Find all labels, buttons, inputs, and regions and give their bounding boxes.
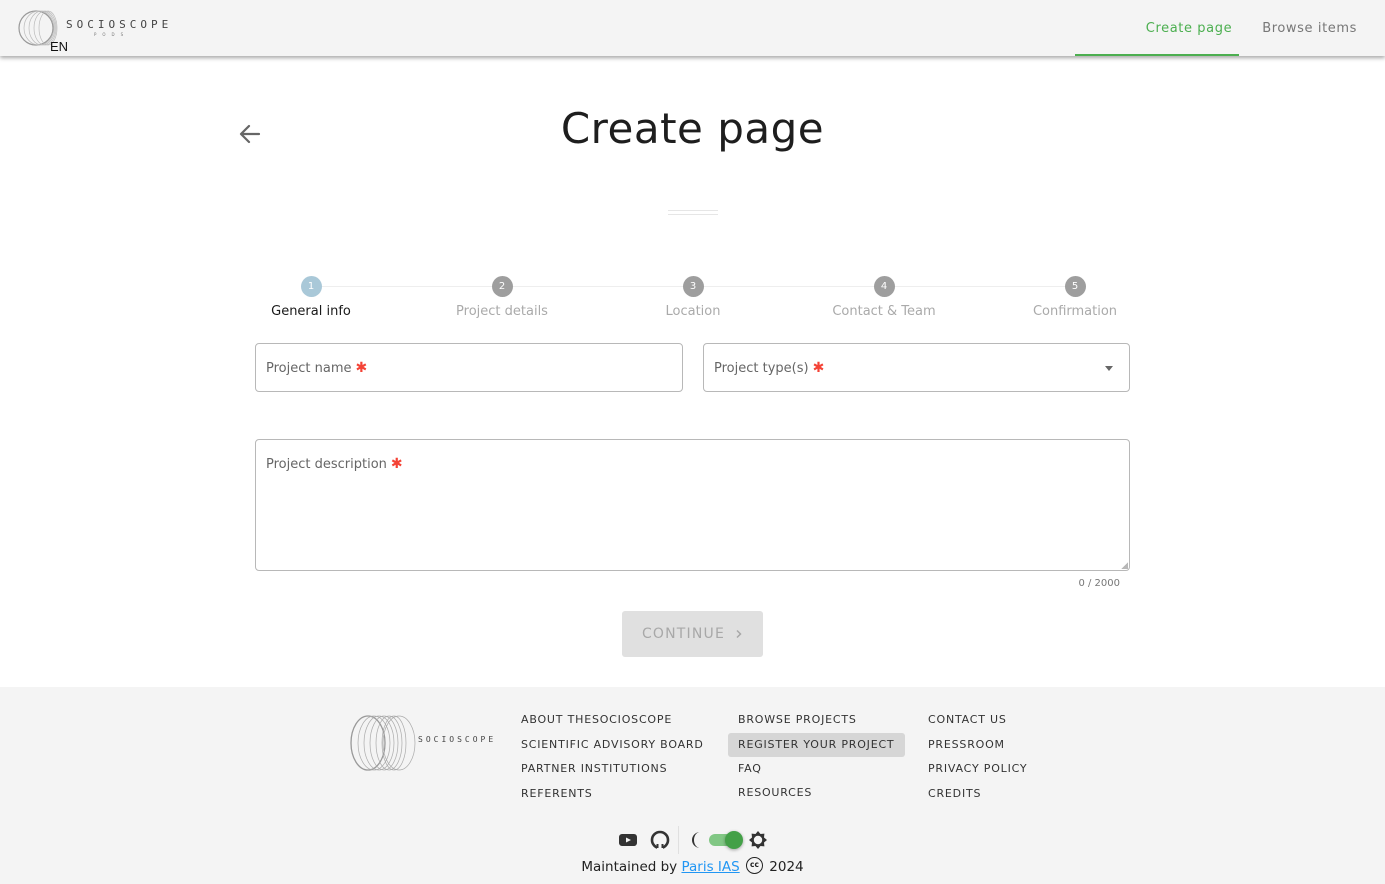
project-description-label: Project description ✱ [266, 456, 403, 472]
footer-logo[interactable]: SOCIOSCOPE [350, 713, 495, 773]
copyright-year: 2024 [769, 859, 804, 875]
footer-link-referents[interactable]: REFERENTS [511, 787, 714, 812]
project-types-label: Project type(s) ✱ [714, 360, 825, 376]
youtube-icon[interactable] [618, 832, 638, 848]
project-name-label: Project name ✱ [266, 360, 368, 376]
top-app-bar: SOCIOSCOPE PODS EN Create page Browse it… [0, 0, 1385, 56]
continue-label: CONTINUE [641, 626, 726, 642]
moon-icon[interactable] [689, 831, 703, 849]
theme-toggle[interactable] [709, 831, 743, 849]
nav-browse-items[interactable]: Browse items [1248, 0, 1385, 56]
continue-button[interactable]: CONTINUE [622, 611, 763, 657]
footer-column-projects: BROWSE PROJECTS REGISTER YOUR PROJECT FA… [728, 713, 906, 811]
step-label: Project details [456, 304, 548, 319]
required-asterisk-icon: ✱ [812, 360, 825, 376]
logo-subtext: PODS [94, 32, 130, 37]
character-counter: 0 / 2000 [1078, 578, 1120, 589]
footer-link-partner-institutions[interactable]: PARTNER INSTITUTIONS [511, 762, 714, 787]
project-name-input[interactable]: Project name ✱ [255, 343, 683, 392]
footer-logo-text: SOCIOSCOPE [418, 735, 497, 744]
footer-column-contact: CONTACT US PRESSROOM PRIVACY POLICY CRED… [928, 713, 1037, 811]
logo-text: SOCIOSCOPE [66, 18, 173, 31]
footer-link-credits[interactable]: CREDITS [918, 787, 1037, 812]
create-page-form-card: 1 General info 2 Project details 3 Locat… [235, 236, 1151, 657]
nav-browse-items-label: Browse items [1262, 20, 1357, 36]
main-nav: Create page Browse items [1132, 0, 1385, 56]
step-label: Location [665, 304, 721, 319]
step-number: 2 [491, 276, 513, 297]
footer-link-advisory-board[interactable]: SCIENTIFIC ADVISORY BOARD [511, 738, 714, 763]
footer-link-faq[interactable]: FAQ [728, 762, 905, 787]
footer-icon-divider [678, 826, 679, 854]
project-types-select[interactable]: Project type(s) ✱ [703, 343, 1130, 392]
footer-link-register-project[interactable]: REGISTER YOUR PROJECT [728, 732, 906, 757]
chevron-right-icon [736, 629, 742, 639]
step-label: Confirmation [1032, 304, 1118, 319]
footer-link-about[interactable]: ABOUT THESOCIOSCOPE [511, 713, 714, 738]
theme-toggle-knob[interactable] [725, 831, 743, 849]
step-confirmation[interactable]: 5 Confirmation [1005, 276, 1145, 319]
footer-link-pressroom[interactable]: PRESSROOM [918, 738, 1037, 763]
github-icon[interactable] [650, 830, 670, 850]
resize-handle-icon[interactable] [1121, 562, 1128, 569]
required-asterisk-icon: ✱ [355, 360, 368, 376]
step-number: 3 [682, 276, 704, 297]
step-contact-team[interactable]: 4 Contact & Team [814, 276, 954, 319]
maintained-prefix: Maintained by [581, 859, 678, 875]
title-divider [668, 210, 718, 215]
project-description-textarea[interactable]: Project description ✱ [255, 439, 1130, 571]
maintained-by: Maintained by Paris IAS cc 2024 [0, 857, 1385, 875]
required-asterisk-icon: ✱ [390, 456, 403, 472]
step-number: 5 [1064, 276, 1086, 297]
footer: SOCIOSCOPE ABOUT THESOCIOSCOPE SCIENTIFI… [0, 687, 1385, 884]
nav-create-page-label: Create page [1145, 20, 1233, 36]
footer-link-contact[interactable]: CONTACT US [918, 713, 1037, 738]
footer-link-resources[interactable]: RESOURCES [728, 786, 905, 811]
step-general-info[interactable]: 1 General info [241, 276, 381, 319]
language-selector[interactable]: EN [50, 39, 68, 54]
stepper: 1 General info 2 Project details 3 Locat… [235, 256, 1151, 319]
step-project-details[interactable]: 2 Project details [432, 276, 572, 319]
paris-ias-link[interactable]: Paris IAS [681, 859, 739, 875]
footer-column-about: ABOUT THESOCIOSCOPE SCIENTIFIC ADVISORY … [521, 713, 714, 811]
creative-commons-icon: cc [745, 857, 763, 874]
step-location[interactable]: 3 Location [623, 276, 763, 319]
step-number: 4 [873, 276, 895, 297]
logo-rings-icon [350, 715, 416, 771]
step-label: General info [271, 304, 351, 319]
sun-icon[interactable] [747, 829, 769, 851]
active-nav-indicator [1075, 54, 1239, 56]
dropdown-arrow-icon[interactable] [1105, 366, 1113, 371]
site-logo[interactable]: SOCIOSCOPE PODS [18, 8, 178, 48]
step-label: Contact & Team [832, 304, 936, 319]
footer-link-privacy[interactable]: PRIVACY POLICY [918, 762, 1037, 787]
nav-create-page[interactable]: Create page [1132, 0, 1246, 56]
step-number: 1 [300, 276, 322, 297]
page-title: Create page [560, 104, 825, 153]
footer-icon-bar [618, 826, 769, 854]
